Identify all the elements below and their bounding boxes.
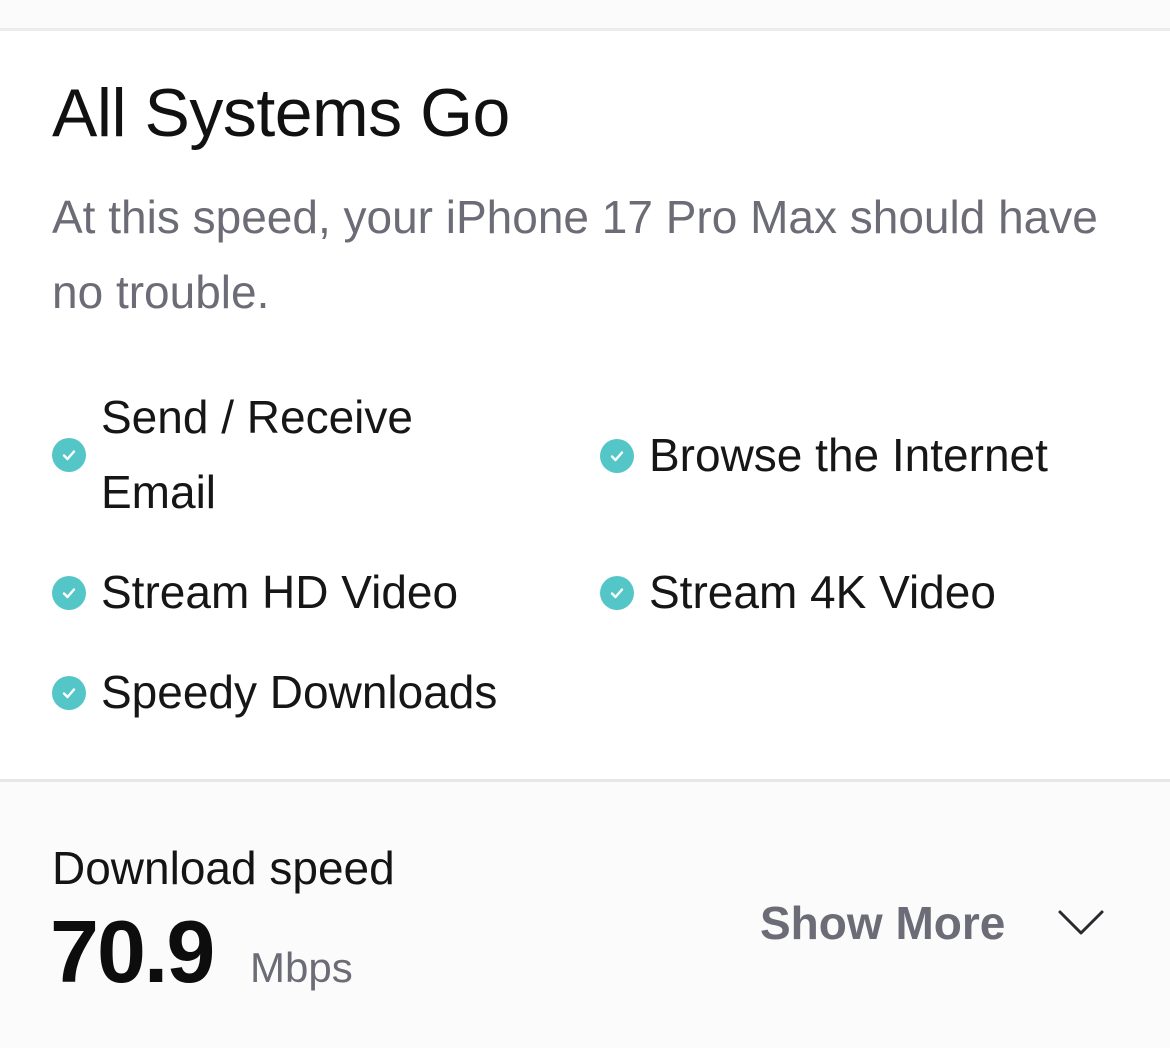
check-circle-icon <box>52 438 86 472</box>
speed-test-result-page: All Systems Go At this speed, your iPhon… <box>0 0 1170 1048</box>
check-circle-icon <box>600 575 634 610</box>
chevron-down-icon <box>1058 910 1104 935</box>
check-circle-icon <box>600 438 634 473</box>
feature-item-stream-4k: Stream 4K Video <box>600 555 996 630</box>
feature-label: Browse the Internet <box>649 429 1048 481</box>
feature-label: Stream HD Video <box>101 566 459 618</box>
check-circle-icon <box>52 575 86 610</box>
feature-label: Stream 4K Video <box>649 566 996 618</box>
download-speed-label: Download speed <box>52 842 395 894</box>
feature-label: Speedy Downloads <box>101 666 498 718</box>
feature-item-downloads: Speedy Downloads <box>52 655 497 730</box>
feature-item-stream-hd: Stream HD Video <box>52 555 458 630</box>
section-divider <box>0 779 1170 782</box>
feature-label: Send / Receive Email <box>101 391 413 518</box>
show-more-label: Show More <box>760 897 1006 949</box>
status-title: All Systems Go <box>52 75 510 151</box>
feature-item-email: Send / Receive Email <box>52 380 481 530</box>
download-speed-value: 70.9 <box>50 902 215 1001</box>
feature-item-browse: Browse the Internet <box>600 418 1048 493</box>
download-speed-unit: Mbps <box>250 944 353 991</box>
status-subtitle: At this speed, your iPhone 17 Pro Max sh… <box>52 191 1098 318</box>
check-circle-icon <box>52 675 86 710</box>
show-more-button[interactable]: Show More <box>760 890 1105 956</box>
